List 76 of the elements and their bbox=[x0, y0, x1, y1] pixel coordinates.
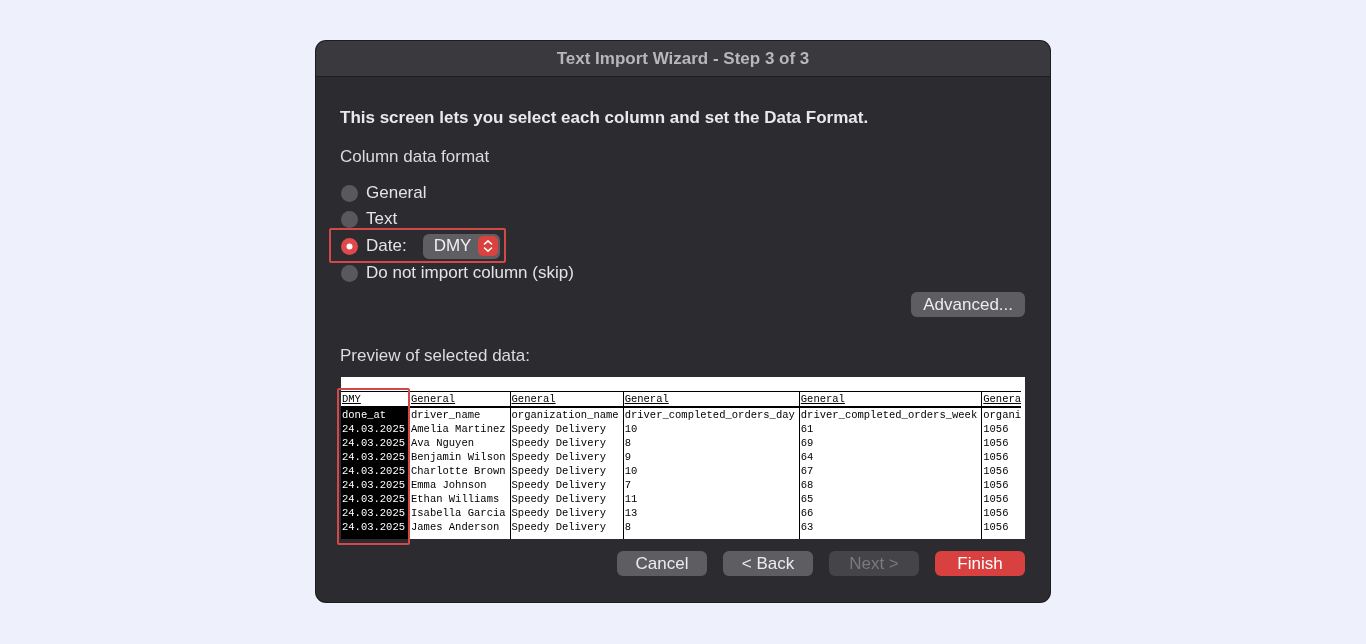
table-cell: 61 bbox=[799, 422, 982, 436]
radio-button[interactable] bbox=[341, 264, 358, 282]
option-label: Text bbox=[366, 209, 398, 229]
table-cell: 24.03.2025 bbox=[341, 422, 410, 436]
table-cell: 24.03.2025 bbox=[341, 436, 410, 450]
table-cell: 65 bbox=[799, 492, 982, 506]
table-cell: 68 bbox=[799, 478, 982, 492]
table-cell: Benjamin Wilson bbox=[409, 450, 511, 464]
table-cell: 10 bbox=[623, 422, 800, 436]
table-cell: driver_name bbox=[409, 407, 511, 422]
table-cell-text: 1056 bbox=[982, 450, 1010, 464]
radio-button[interactable] bbox=[341, 184, 358, 202]
table-cell: 7 bbox=[623, 478, 800, 492]
table-cell: Speedy Delivery bbox=[510, 450, 624, 464]
table-cell: 24.03.2025 bbox=[341, 464, 410, 478]
table-cell: Speedy Delivery bbox=[510, 506, 624, 520]
date-order-select[interactable]: DMY bbox=[422, 233, 501, 259]
table-cell: 63 bbox=[799, 520, 982, 539]
table-cell: 66 bbox=[799, 506, 982, 520]
table-cell: Speedy Delivery bbox=[510, 478, 624, 492]
section-label: Column data format bbox=[340, 147, 490, 167]
window-title: Text Import Wizard - Step 3 of 3 bbox=[556, 48, 810, 69]
option-label: Do not import column (skip) bbox=[366, 263, 574, 283]
table-cell-text: 1056 bbox=[982, 436, 1010, 450]
table-cell: Speedy Delivery bbox=[510, 520, 624, 539]
option-label: Date: bbox=[366, 236, 407, 256]
table-cell: Charlotte Brown bbox=[409, 464, 511, 478]
table-cell: 24.03.2025 bbox=[341, 520, 410, 539]
table-cell: Speedy Delivery bbox=[510, 464, 624, 478]
advanced-button[interactable]: Advanced... bbox=[911, 292, 1025, 317]
table-cell: Ava Nguyen bbox=[409, 436, 511, 450]
table-cell: Speedy Delivery bbox=[510, 436, 624, 450]
table-cell: 24.03.2025 bbox=[341, 450, 410, 464]
table-cell: 11 bbox=[623, 492, 800, 506]
table-cell: driver_completed_orders_day bbox=[623, 407, 800, 422]
column-header[interactable]: General bbox=[799, 391, 982, 407]
table-cell-text: 1056 bbox=[982, 478, 1010, 492]
table-cell: 9 bbox=[623, 450, 800, 464]
table-cell: James Anderson bbox=[409, 520, 511, 539]
up-down-chevron-icon bbox=[478, 236, 499, 256]
table-cell: organization_name bbox=[510, 407, 624, 422]
dialog-button[interactable]: < Back bbox=[723, 551, 813, 576]
radio-button[interactable] bbox=[341, 210, 358, 228]
table-cell-text: 1056 bbox=[982, 506, 1010, 520]
table-cell: 13 bbox=[623, 506, 800, 520]
table-cell: 10 bbox=[623, 464, 800, 478]
table-cell: 67 bbox=[799, 464, 982, 478]
table-cell: Amelia Martinez bbox=[409, 422, 511, 436]
section-label: Preview of selected data: bbox=[340, 346, 530, 366]
column-header[interactable]: General bbox=[623, 391, 800, 407]
table-cell: Emma Johnson bbox=[409, 478, 511, 492]
table-cell: 24.03.2025 bbox=[341, 478, 410, 492]
dialog-button[interactable]: Cancel bbox=[617, 551, 707, 576]
table-cell: Isabella Garcia bbox=[409, 506, 511, 520]
column-header[interactable]: General bbox=[409, 391, 511, 407]
table-cell: Speedy Delivery bbox=[510, 422, 624, 436]
column-header[interactable]: Genera bbox=[981, 391, 1022, 407]
table-cell: Ethan Williams bbox=[409, 492, 511, 506]
instruction-text: This screen lets you select each column and set the Data Format. bbox=[340, 108, 869, 128]
table-cell: 8 bbox=[623, 436, 800, 450]
option-label: General bbox=[366, 183, 427, 203]
table-cell-text: 1056 bbox=[982, 464, 1010, 478]
radio-button[interactable] bbox=[341, 237, 358, 255]
table-cell: Speedy Delivery bbox=[510, 492, 624, 506]
table-cell: 24.03.2025 bbox=[341, 506, 410, 520]
table-cell-text: 1056 bbox=[982, 422, 1010, 436]
column-header[interactable]: General bbox=[510, 391, 624, 407]
table-cell: driver_completed_orders_week bbox=[799, 407, 982, 422]
table-cell: 64 bbox=[799, 450, 982, 464]
table-cell: 1056 bbox=[981, 520, 1022, 539]
table-cell: 24.03.2025 bbox=[341, 492, 410, 506]
table-cell: 69 bbox=[799, 436, 982, 450]
table-cell: 8 bbox=[623, 520, 800, 539]
dialog-button[interactable]: Finish bbox=[935, 551, 1025, 576]
table-cell: organi bbox=[981, 407, 1022, 422]
table-cell-text: 1056 bbox=[982, 492, 1010, 506]
